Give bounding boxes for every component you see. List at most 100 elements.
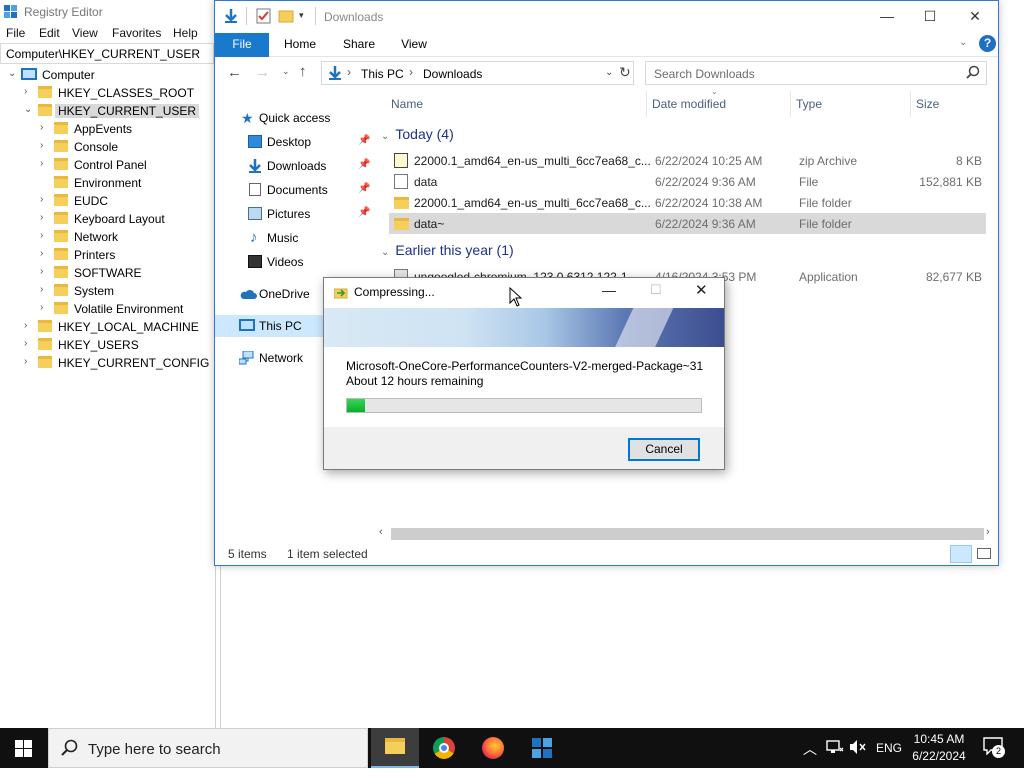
column-separator[interactable] [910,91,911,117]
pin-icon[interactable]: 📌 [358,135,370,146]
recent-locations-icon[interactable]: ⌄ [282,66,290,77]
tree-item-console[interactable]: › Console [0,138,214,156]
file-row[interactable]: data 6/22/2024 9:36 AM File 152,881 KB [389,171,986,192]
chevron-down-icon[interactable]: ⌄ [381,247,389,258]
chevron-right-icon[interactable]: › [40,194,50,205]
refresh-icon[interactable]: ↻ [619,64,631,81]
column-header-size[interactable]: Size [916,97,939,111]
tree-item-environment[interactable]: Environment [0,174,214,192]
minimize-button[interactable]: — [602,282,616,298]
column-header-date-modified[interactable]: Date modified [652,97,726,111]
address-dropdown-icon[interactable]: ⌄ [605,67,613,78]
tree-item-software[interactable]: › SOFTWARE [0,264,214,282]
nav-item-videos[interactable]: Videos [215,251,377,273]
taskbar-firefox[interactable] [469,728,517,768]
pin-icon[interactable]: 📌 [358,159,370,170]
search-input[interactable]: Search Downloads [645,61,987,85]
file-row[interactable]: 22000.1_amd64_en-us_multi_6cc7ea68_c... … [389,150,986,171]
new-folder-icon[interactable] [278,8,294,27]
tree-item-keyboard-layout[interactable]: › Keyboard Layout [0,210,214,228]
cancel-button[interactable]: Cancel [628,438,700,461]
menu-edit[interactable]: Edit [39,26,60,40]
tab-file[interactable]: File [215,33,269,57]
tree-item-hkey-current-config[interactable]: › HKEY_CURRENT_CONFIG [0,354,214,372]
group-header-today[interactable]: ⌄ Today (4) [381,126,454,142]
group-header-earlier-this-year[interactable]: ⌄ Earlier this year (1) [381,242,514,258]
show-hidden-icons-chevron-icon[interactable]: ︿ [803,739,817,779]
chevron-right-icon[interactable]: › [40,212,50,223]
scroll-left-icon[interactable]: ‹ [379,526,383,538]
chevron-right-icon[interactable]: › [40,122,50,133]
menu-view[interactable]: View [72,26,98,40]
maximize-button[interactable]: ☐ [907,1,953,33]
tree-item-hkey-classes-root[interactable]: › HKEY_CLASSES_ROOT [0,84,214,102]
horizontal-scrollbar[interactable]: ‹ › [377,525,998,542]
taskbar-file-explorer[interactable] [371,728,419,768]
start-button[interactable] [0,728,48,768]
chevron-right-icon[interactable]: › [24,356,34,367]
column-header-type[interactable]: Type [796,97,822,111]
close-button[interactable]: ✕ [952,1,998,33]
tree-item-eudc[interactable]: › EUDC [0,192,214,210]
explorer-title-bar[interactable]: ▾ Downloads — ☐ ✕ [215,1,998,33]
back-arrow-icon[interactable]: ← [227,64,242,81]
chevron-right-icon[interactable]: › [40,158,50,169]
chevron-down-icon[interactable]: ⌄ [381,131,389,142]
breadcrumb-separator-icon[interactable]: › [409,65,413,79]
close-button[interactable]: ✕ [695,281,708,299]
taskbar-registry-editor[interactable] [518,728,566,768]
chevron-right-icon[interactable]: › [24,338,34,349]
chevron-down-icon[interactable]: ⌄ [24,104,34,115]
help-icon[interactable]: ? [979,35,996,52]
customize-quick-access-icon[interactable]: ▾ [299,10,304,21]
chevron-right-icon[interactable]: › [24,320,34,331]
tree-item-system[interactable]: › System [0,282,214,300]
up-arrow-icon[interactable]: ↑ [299,63,307,80]
nav-item-desktop[interactable]: Desktop 📌 [215,131,377,153]
pin-icon[interactable]: 📌 [358,207,370,218]
tree-item-hkey-users[interactable]: › HKEY_USERS [0,336,214,354]
taskbar-chrome[interactable] [420,728,468,768]
registry-address-bar[interactable]: Computer\HKEY_CURRENT_USER [0,43,214,64]
volume-muted-icon[interactable] [849,739,867,779]
tree-item-hkey-local-machine[interactable]: › HKEY_LOCAL_MACHINE [0,318,214,336]
action-center-icon[interactable]: 2 [983,737,1005,759]
menu-file[interactable]: File [6,26,25,40]
chevron-down-icon[interactable]: ⌄ [8,68,18,79]
minimize-button[interactable]: — [864,1,910,33]
file-row-selected[interactable]: data~ 6/22/2024 9:36 AM File folder [389,213,986,234]
scrollbar-thumb[interactable] [391,528,984,540]
nav-item-quick-access[interactable]: ★ Quick access [215,107,377,129]
breadcrumb-this-pc[interactable]: This PC [361,67,404,81]
registry-tree[interactable]: ⌄ Computer › HKEY_CLASSES_ROOT ⌄ HKEY_CU… [0,64,216,728]
tab-share[interactable]: Share [336,33,382,57]
menu-favorites[interactable]: Favorites [112,26,161,40]
nav-item-downloads[interactable]: Downloads 📌 [215,155,377,177]
tree-item-appevents[interactable]: › AppEvents [0,120,214,138]
tree-item-network[interactable]: › Network [0,228,214,246]
breadcrumb-separator-icon[interactable]: › [347,65,351,79]
properties-icon[interactable] [256,8,272,27]
network-status-icon[interactable] [826,739,844,779]
chevron-right-icon[interactable]: › [40,248,50,259]
nav-item-music[interactable]: ♪ Music [215,227,377,249]
tree-item-control-panel[interactable]: › Control Panel [0,156,214,174]
menu-help[interactable]: Help [173,26,198,40]
tree-item-computer[interactable]: ⌄ Computer [0,66,214,84]
column-separator[interactable] [646,91,647,117]
taskbar-clock[interactable]: 10:45 AM 6/22/2024 [896,731,982,765]
forward-arrow-icon[interactable]: → [255,64,270,81]
tab-view[interactable]: View [393,33,435,57]
chevron-right-icon[interactable]: › [40,266,50,277]
taskbar-search-box[interactable]: Type here to search [48,728,368,768]
nav-item-pictures[interactable]: Pictures 📌 [215,203,377,225]
pin-icon[interactable]: 📌 [358,183,370,194]
column-header-name[interactable]: Name [391,97,423,111]
registry-values-pane[interactable] [220,564,1024,728]
dialog-title-bar[interactable]: Compressing... — ☐ ✕ [324,278,724,308]
tree-item-printers[interactable]: › Printers [0,246,214,264]
chevron-right-icon[interactable]: › [40,302,50,313]
breadcrumb-downloads[interactable]: Downloads [423,67,482,81]
chevron-right-icon[interactable]: › [40,230,50,241]
scroll-right-icon[interactable]: › [986,526,990,538]
